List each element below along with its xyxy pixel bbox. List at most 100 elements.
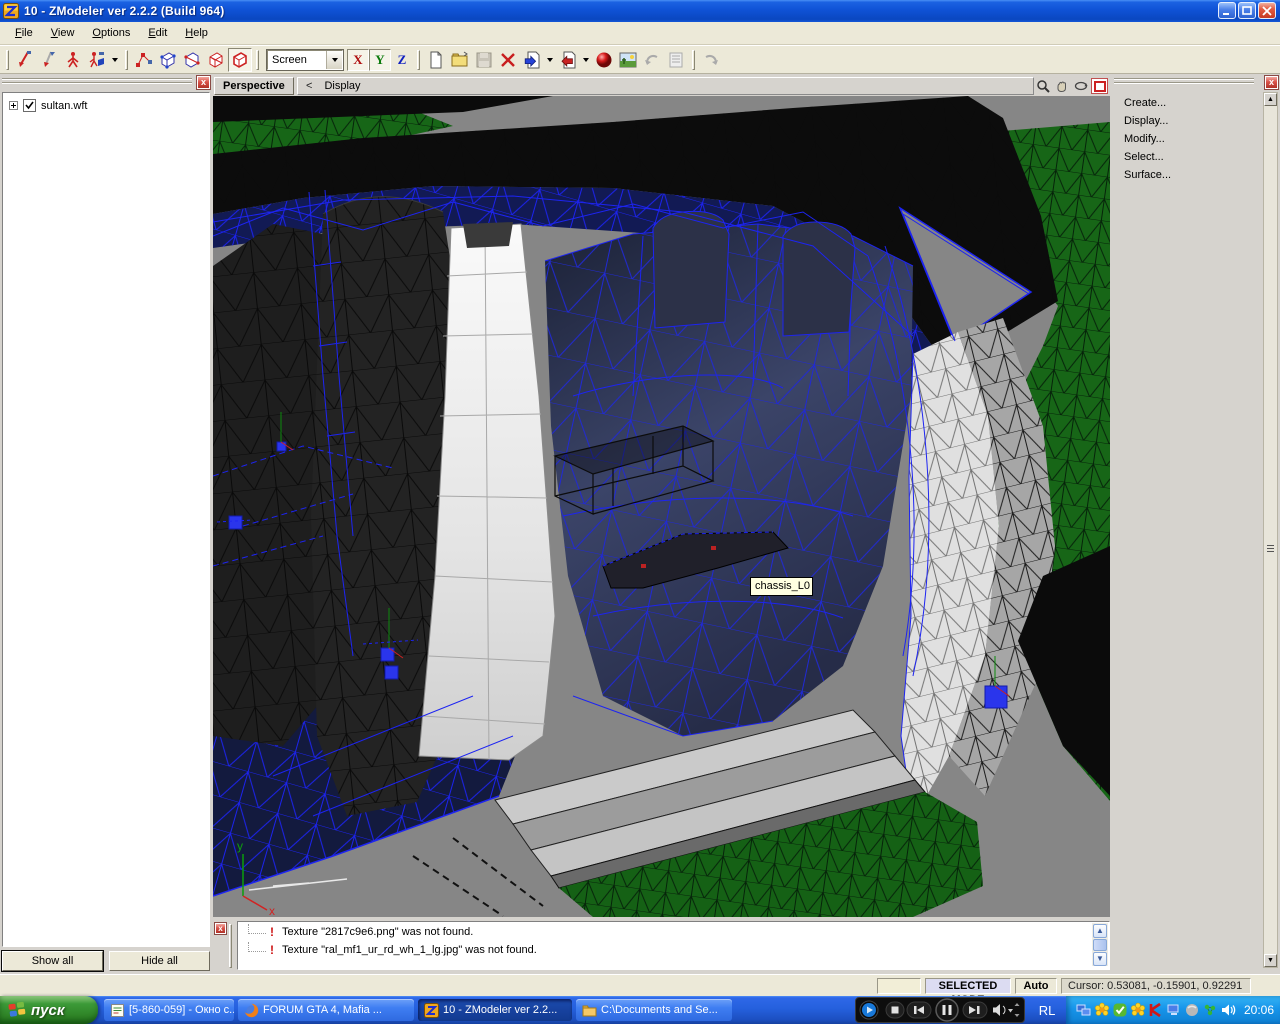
zoom-tool-icon[interactable] bbox=[1034, 78, 1051, 94]
select-quadr-icon[interactable] bbox=[37, 48, 61, 72]
combo-value: Screen bbox=[272, 53, 307, 66]
expand-icon[interactable] bbox=[9, 101, 18, 110]
zmodeler-window: 10 - ZModeler ver 2.2.2 (Build 964) File… bbox=[0, 0, 1280, 1024]
scroll-up-icon[interactable]: ▲ bbox=[1093, 924, 1107, 938]
task-forum-window[interactable]: [5-860-059] - Окно с... bbox=[104, 999, 234, 1021]
export-icon[interactable] bbox=[556, 48, 580, 72]
menu-modify[interactable]: Modify... bbox=[1112, 130, 1262, 148]
view-mode-label[interactable]: Display bbox=[324, 80, 360, 92]
menu-options[interactable]: Options bbox=[83, 24, 139, 42]
axis-z-toggle[interactable]: Z bbox=[391, 49, 413, 71]
toolbar-grip[interactable] bbox=[692, 49, 695, 70]
panel-grip[interactable] bbox=[2, 78, 192, 84]
pause-button bbox=[935, 998, 959, 1022]
delete-icon[interactable] bbox=[496, 48, 520, 72]
export-dropdown-icon[interactable] bbox=[583, 57, 589, 62]
edges-level-icon[interactable] bbox=[156, 48, 180, 72]
panel-grip[interactable] bbox=[1114, 78, 1254, 84]
windows-logo-icon bbox=[8, 1001, 26, 1017]
task-explorer[interactable]: C:\Documents and Se... bbox=[576, 999, 732, 1021]
panel-close-icon[interactable]: x bbox=[1264, 75, 1279, 90]
menu-bar: File View Options Edit Help bbox=[0, 22, 1280, 45]
status-bar: SELECTED MODE Auto Cursor: 0.53081, -0.1… bbox=[0, 974, 1280, 1006]
open-file-icon[interactable] bbox=[448, 48, 472, 72]
materials-editor-icon[interactable] bbox=[592, 48, 616, 72]
vertices-level-icon[interactable] bbox=[132, 48, 156, 72]
import-icon[interactable] bbox=[520, 48, 544, 72]
pan-tool-icon[interactable] bbox=[1053, 78, 1070, 94]
start-label: пуск bbox=[31, 1001, 65, 1019]
network-icon[interactable] bbox=[1076, 1002, 1092, 1018]
scroll-thumb[interactable] bbox=[1093, 939, 1107, 951]
polygons-level-icon[interactable] bbox=[180, 48, 204, 72]
tray-clock[interactable]: 20:06 bbox=[1244, 1003, 1274, 1017]
log-grip[interactable] bbox=[229, 924, 232, 968]
axis-y-toggle[interactable]: Y bbox=[369, 48, 391, 71]
log-close-icon[interactable]: x bbox=[214, 922, 227, 935]
new-file-icon[interactable] bbox=[424, 48, 448, 72]
scroll-down-icon[interactable]: ▼ bbox=[1093, 952, 1107, 966]
log-scrollbar[interactable]: ▲ ▼ bbox=[1092, 923, 1108, 966]
axis-x-toggle[interactable]: X bbox=[347, 48, 369, 71]
qip-sphere-icon[interactable] bbox=[1184, 1002, 1200, 1018]
menu-view[interactable]: View bbox=[42, 24, 84, 42]
icq-flower-icon[interactable] bbox=[1130, 1002, 1146, 1018]
kaspersky-icon[interactable] bbox=[1148, 1002, 1164, 1018]
task-zmodeler[interactable]: 10 - ZModeler ver 2.2... bbox=[418, 999, 572, 1021]
start-button[interactable]: пуск bbox=[0, 996, 98, 1024]
menu-display[interactable]: Display... bbox=[1112, 112, 1262, 130]
menu-file[interactable]: File bbox=[6, 24, 42, 42]
maximize-view-icon[interactable] bbox=[1091, 78, 1108, 94]
hide-all-button[interactable]: Hide all bbox=[109, 951, 210, 971]
combo-dropdown-icon[interactable] bbox=[326, 50, 342, 69]
media-player-toolbar[interactable] bbox=[855, 997, 1025, 1023]
menu-create[interactable]: Create... bbox=[1112, 94, 1262, 112]
antivirus-ok-icon[interactable] bbox=[1112, 1002, 1128, 1018]
log-panel: x ! Texture "2817c9e6.png" was not found… bbox=[213, 921, 1110, 972]
show-all-button[interactable]: Show all bbox=[1, 950, 104, 972]
title-bar[interactable]: 10 - ZModeler ver 2.2.2 (Build 964) bbox=[0, 0, 1280, 22]
viewport-3d[interactable]: y x chassis_L0 bbox=[213, 96, 1110, 917]
scene-tree[interactable]: sultan.wft bbox=[2, 92, 210, 947]
language-indicator[interactable]: RL bbox=[1032, 996, 1062, 1024]
tree-item-sultan[interactable]: sultan.wft bbox=[3, 93, 209, 112]
minimize-button[interactable] bbox=[1218, 2, 1236, 19]
select-mode-icon[interactable] bbox=[85, 48, 109, 72]
toolbar-grip[interactable] bbox=[256, 49, 259, 70]
log-list[interactable]: ! Texture "2817c9e6.png" was not found. … bbox=[237, 921, 1110, 970]
view-mode-bar[interactable]: < Display bbox=[297, 77, 1034, 95]
network-pc-icon[interactable] bbox=[1166, 1002, 1182, 1018]
close-button[interactable] bbox=[1258, 2, 1276, 19]
menu-surface[interactable]: Surface... bbox=[1112, 166, 1262, 184]
toolbar-grip[interactable] bbox=[6, 49, 9, 70]
objects-level-icon[interactable] bbox=[228, 47, 252, 72]
coordinate-space-combo[interactable]: Screen bbox=[266, 48, 344, 71]
panel-scrollbar[interactable]: ▲ ▼ bbox=[1263, 92, 1278, 968]
panel-close-icon[interactable]: x bbox=[196, 75, 211, 90]
scroll-down-icon[interactable]: ▼ bbox=[1264, 954, 1277, 967]
back-arrow[interactable]: < bbox=[306, 80, 312, 92]
visibility-checkbox[interactable] bbox=[23, 99, 36, 112]
texture-browser-icon[interactable] bbox=[616, 48, 640, 72]
maximize-button[interactable] bbox=[1238, 2, 1256, 19]
status-blank-box bbox=[877, 978, 921, 994]
task-firefox[interactable]: FORUM GTA 4, Mafia ... bbox=[238, 999, 414, 1021]
menu-select[interactable]: Select... bbox=[1112, 148, 1262, 166]
select-single-icon[interactable] bbox=[13, 48, 37, 72]
scroll-up-icon[interactable]: ▲ bbox=[1264, 93, 1277, 106]
import-dropdown-icon[interactable] bbox=[547, 57, 553, 62]
icq-flower-icon[interactable] bbox=[1094, 1002, 1110, 1018]
toolbar-grip[interactable] bbox=[417, 49, 420, 70]
select-separated-icon[interactable] bbox=[61, 48, 85, 72]
select-dropdown-icon[interactable] bbox=[112, 57, 118, 62]
scroll-grip[interactable] bbox=[1267, 545, 1274, 552]
menu-edit[interactable]: Edit bbox=[139, 24, 176, 42]
toolbar-grip[interactable] bbox=[125, 49, 128, 70]
status-auto-toggle[interactable]: Auto bbox=[1015, 978, 1057, 994]
volume-tray-icon[interactable] bbox=[1220, 1002, 1236, 1018]
view-type-button[interactable]: Perspective bbox=[214, 77, 294, 95]
lan-nodes-icon[interactable] bbox=[1202, 1002, 1218, 1018]
menu-help[interactable]: Help bbox=[176, 24, 217, 42]
orbit-tool-icon[interactable] bbox=[1072, 78, 1089, 94]
surfaces-level-icon[interactable] bbox=[204, 48, 228, 72]
